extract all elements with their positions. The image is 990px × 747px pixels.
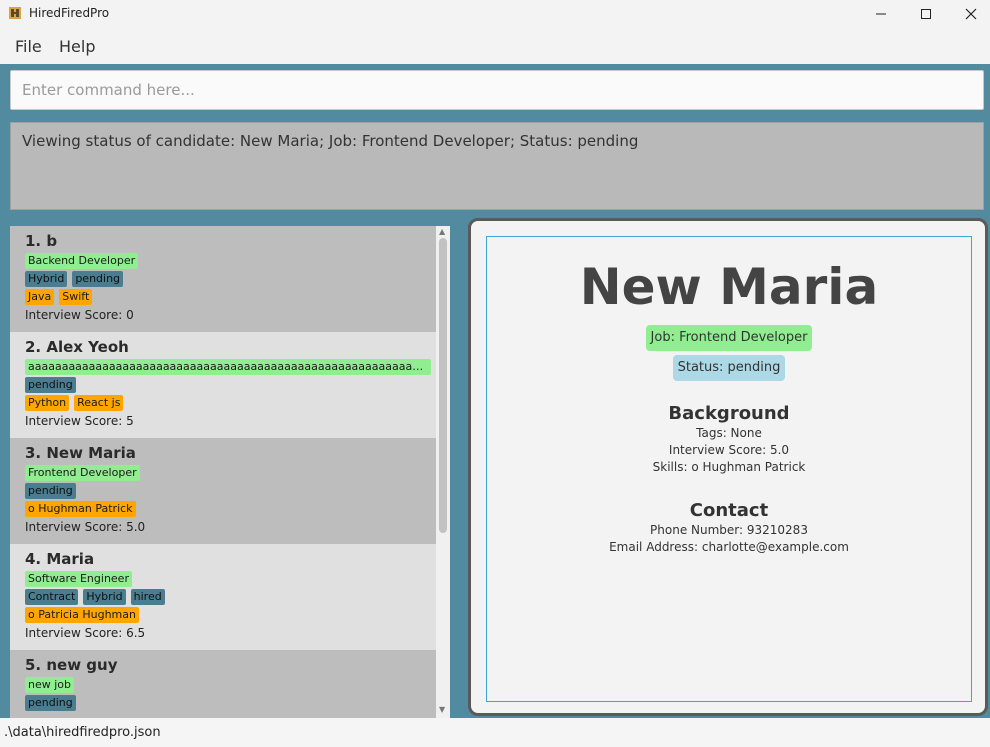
result-display: Viewing status of candidate: New Maria; … xyxy=(10,122,984,210)
close-icon xyxy=(965,8,977,20)
skill-tag: o Patricia Hughman xyxy=(25,607,139,623)
interview-score: Interview Score: 0 xyxy=(25,308,134,322)
scroll-down-icon[interactable]: ▼ xyxy=(439,705,445,714)
detail-name: New Maria xyxy=(579,258,879,316)
detail-job-badge: Job: Frontend Developer xyxy=(645,325,813,351)
candidate-card[interactable]: 3. New Maria Frontend Developer pending … xyxy=(10,438,436,544)
detail-status-badge: Status: pending xyxy=(672,355,786,381)
status-tag: pending xyxy=(25,695,76,711)
detail-panel-wrapper: New Maria Job: Frontend Developer Status… xyxy=(460,216,990,718)
job-tag: new job xyxy=(25,677,75,693)
job-tag: aaaaaaaaaaaaaaaaaaaaaaaaaaaaaaaaaaaaaaaa… xyxy=(25,359,431,375)
candidate-card[interactable]: 5. new guy new job pending xyxy=(10,650,436,724)
title-bar: HiredFiredPro xyxy=(0,0,990,28)
candidate-detail-panel: New Maria Job: Frontend Developer Status… xyxy=(468,218,988,716)
candidate-name: 2. Alex Yeoh xyxy=(25,338,129,356)
scroll-up-icon[interactable]: ▲ xyxy=(439,227,445,236)
data-file-path: .\data\hiredfiredpro.json xyxy=(4,725,161,740)
interview-score: Interview Score: 5 xyxy=(25,414,134,428)
detail-score: Interview Score: 5.0 xyxy=(668,443,790,457)
skill-tag: React js xyxy=(74,395,124,411)
status-tag: pending xyxy=(25,483,76,499)
job-tag: Backend Developer xyxy=(25,253,139,269)
job-tag: Software Engineer xyxy=(25,571,132,587)
menu-file[interactable]: File xyxy=(15,37,42,56)
candidate-name: 5. new guy xyxy=(25,656,118,674)
maximize-icon xyxy=(921,9,931,19)
job-tag: Frontend Developer xyxy=(25,465,140,481)
contact-heading: Contact xyxy=(689,500,769,521)
candidate-list-panel: 1. b Backend Developer Hybrid pending Jav… xyxy=(0,216,460,724)
scroll-thumb[interactable] xyxy=(439,238,447,533)
result-display-wrapper: Viewing status of candidate: New Maria; … xyxy=(0,114,990,216)
maximize-button[interactable] xyxy=(903,0,949,28)
skill-tag: Java xyxy=(25,289,55,305)
background-heading: Background xyxy=(668,403,790,424)
command-input[interactable] xyxy=(10,70,984,110)
candidate-card[interactable]: 4. Maria Software Engineer Contract Hybri… xyxy=(10,544,436,650)
close-button[interactable] xyxy=(948,0,990,28)
minimize-button[interactable] xyxy=(858,0,904,28)
status-tag: Hybrid xyxy=(25,271,68,287)
interview-score: Interview Score: 6.5 xyxy=(25,626,146,640)
detail-email: Email Address: charlotte@example.com xyxy=(609,540,849,554)
skill-tag: Python xyxy=(25,395,70,411)
skill-tag: Swift xyxy=(59,289,93,305)
candidate-name: 3. New Maria xyxy=(25,444,136,462)
status-tag: hired xyxy=(130,589,165,605)
menu-help[interactable]: Help xyxy=(59,37,95,56)
status-tag: pending xyxy=(72,271,124,287)
status-tag: pending xyxy=(25,377,76,393)
status-bar: .\data\hiredfiredpro.json xyxy=(0,718,990,747)
status-tag: Contract xyxy=(25,589,79,605)
command-box xyxy=(0,64,990,114)
candidate-list[interactable]: 1. b Backend Developer Hybrid pending Jav… xyxy=(10,226,450,724)
app-icon xyxy=(9,7,21,19)
candidate-detail-card: New Maria Job: Frontend Developer Status… xyxy=(486,236,972,702)
candidate-name: 1. b xyxy=(25,232,58,250)
detail-phone: Phone Number: 93210283 xyxy=(650,523,808,537)
candidate-name: 4. Maria xyxy=(25,550,95,568)
detail-skills: Skills: o Hughman Patrick xyxy=(652,460,806,474)
minimize-icon xyxy=(876,13,886,15)
menu-bar: File Help xyxy=(0,28,990,64)
status-tag: Hybrid xyxy=(83,589,126,605)
detail-tags: Tags: None xyxy=(696,426,762,440)
interview-score: Interview Score: 5.0 xyxy=(25,520,146,534)
window-title: HiredFiredPro xyxy=(29,6,110,20)
candidate-card[interactable]: 1. b Backend Developer Hybrid pending Jav… xyxy=(10,226,436,332)
candidate-card[interactable]: 2. Alex Yeoh aaaaaaaaaaaaaaaaaaaaaaaaaaa… xyxy=(10,332,436,438)
list-scrollbar[interactable]: ▲ ▼ xyxy=(436,226,450,724)
skill-tag: o Hughman Patrick xyxy=(25,501,136,517)
